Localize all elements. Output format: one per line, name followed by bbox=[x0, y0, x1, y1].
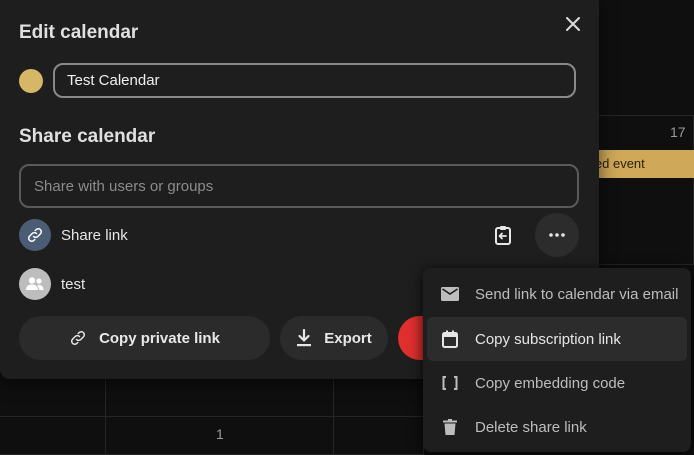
menu-item-label: Delete share link bbox=[475, 418, 587, 436]
calendar-cell bbox=[0, 417, 106, 455]
close-button[interactable] bbox=[559, 10, 587, 38]
export-label: Export bbox=[324, 329, 372, 347]
menu-item-copy-embed[interactable]: Copy embedding code bbox=[427, 361, 687, 405]
dialog-title: Edit calendar bbox=[19, 22, 139, 43]
shared-user-name: test bbox=[61, 275, 86, 293]
user-avatar bbox=[19, 268, 51, 300]
share-section-title: Share calendar bbox=[19, 126, 156, 147]
calendar-cell bbox=[334, 379, 424, 417]
menu-item-copy-subscription[interactable]: Copy subscription link bbox=[427, 317, 687, 361]
link-avatar bbox=[19, 219, 51, 251]
export-button[interactable]: Export bbox=[280, 316, 388, 360]
more-actions-button[interactable] bbox=[535, 213, 579, 257]
day-number: 1 bbox=[216, 426, 224, 442]
calendar-cell bbox=[334, 417, 424, 455]
trash-icon bbox=[440, 417, 460, 437]
email-icon bbox=[440, 284, 460, 304]
share-link-row: Share link bbox=[19, 218, 128, 252]
share-link-actions-menu: Send link to calendar via email Copy sub… bbox=[423, 268, 691, 452]
group-icon bbox=[26, 277, 44, 290]
menu-item-label: Copy embedding code bbox=[475, 374, 626, 392]
brackets-icon bbox=[440, 373, 460, 393]
share-link-label: Share link bbox=[61, 226, 128, 244]
calendar-color-picker[interactable] bbox=[19, 69, 43, 93]
link-icon bbox=[71, 330, 86, 346]
menu-item-send-email[interactable]: Send link to calendar via email bbox=[427, 272, 687, 316]
calendar-cell bbox=[106, 379, 334, 417]
download-icon bbox=[297, 329, 312, 347]
day-number: 17 bbox=[670, 124, 686, 140]
copy-private-link-label: Copy private link bbox=[99, 329, 220, 347]
menu-item-delete-link[interactable]: Delete share link bbox=[427, 405, 687, 449]
close-icon bbox=[566, 17, 580, 31]
more-horizontal-icon bbox=[549, 233, 565, 237]
copy-link-button[interactable] bbox=[481, 213, 525, 257]
menu-item-label: Send link to calendar via email bbox=[475, 285, 679, 303]
menu-item-label: Copy subscription link bbox=[475, 330, 621, 348]
clipboard-icon bbox=[495, 226, 511, 245]
link-icon bbox=[27, 227, 43, 243]
calendar-icon bbox=[440, 329, 460, 349]
copy-private-link-button[interactable]: Copy private link bbox=[19, 316, 270, 360]
shared-user-row: test bbox=[19, 267, 85, 301]
calendar-name-input[interactable] bbox=[53, 63, 576, 98]
share-search-input[interactable] bbox=[19, 164, 579, 208]
calendar-cell bbox=[0, 379, 106, 417]
